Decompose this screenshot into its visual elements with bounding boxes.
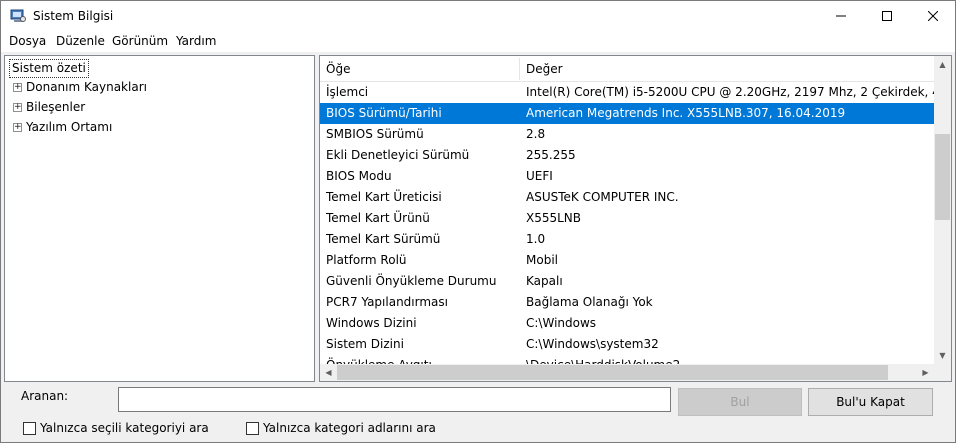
search-label: Aranan:: [21, 389, 69, 403]
row-value-cell: American Megatrends Inc. X555LNB.307, 16…: [526, 106, 846, 120]
table-row[interactable]: İşlemci Intel(R) Core(TM) i5-5200U CPU @ …: [320, 82, 934, 103]
expand-icon[interactable]: +: [13, 123, 22, 132]
details-list[interactable]: Öğe Değer İşlemci Intel(R) Core(TM) i5-52…: [319, 55, 952, 382]
row-item-cell: Temel Kart Üreticisi: [326, 190, 442, 204]
column-header-value[interactable]: Değer: [526, 62, 563, 76]
minimize-icon: [836, 15, 846, 17]
row-item-cell: Temel Kart Ürünü: [326, 211, 430, 225]
expand-icon[interactable]: +: [13, 103, 22, 112]
search-category-names-checkbox[interactable]: Yalnızca kategori adlarını ara: [246, 420, 436, 436]
scroll-right-arrow-icon[interactable]: ▶: [917, 364, 934, 381]
table-row[interactable]: Windows Dizini C:\Windows: [320, 313, 934, 334]
tree-item-label: Bileşenler: [26, 100, 86, 114]
table-row[interactable]: Temel Kart Ürünü X555LNB: [320, 208, 934, 229]
row-item-cell: Platform Rolü: [326, 253, 407, 267]
table-row[interactable]: BIOS Sürümü/Tarihi American Megatrends In…: [320, 103, 934, 124]
row-item-cell: Ekli Denetleyici Sürümü: [326, 148, 470, 162]
checkbox-label: Yalnızca seçili kategoriyi ara: [40, 421, 209, 435]
minimize-button[interactable]: [818, 1, 864, 31]
checkbox-label: Yalnızca kategori adlarını ara: [263, 421, 436, 435]
menu-edit[interactable]: Düzenle: [56, 34, 105, 48]
find-button[interactable]: Bul: [678, 388, 802, 416]
menu-file[interactable]: Dosya: [9, 34, 46, 48]
row-value-cell: ASUSTeK COMPUTER INC.: [526, 190, 679, 204]
tree-item-system-summary[interactable]: Sistem özeti: [9, 59, 89, 78]
column-header-item[interactable]: Öğe: [326, 62, 350, 76]
maximize-button[interactable]: [864, 1, 910, 31]
table-row[interactable]: BIOS Modu UEFI: [320, 166, 934, 187]
row-value-cell: Bağlama Olanağı Yok: [526, 295, 653, 309]
row-item-cell: Sistem Dizini: [326, 337, 404, 351]
list-header: Öğe Değer: [320, 56, 934, 82]
row-value-cell: Mobil: [526, 253, 558, 267]
checkbox-box[interactable]: [246, 421, 259, 435]
row-item-cell: PCR7 Yapılandırması: [326, 295, 448, 309]
expand-icon[interactable]: +: [13, 83, 22, 92]
menu-help[interactable]: Yardım: [176, 34, 216, 48]
close-icon: [928, 11, 938, 21]
menu-bar: Dosya Düzenle Görünüm Yardım: [0, 31, 956, 52]
row-value-cell: 2.8: [526, 127, 546, 141]
maximize-icon: [882, 11, 892, 21]
horizontal-scroll-thumb[interactable]: [337, 365, 888, 380]
row-value-cell: 255.255: [526, 148, 576, 162]
scroll-down-arrow-icon[interactable]: ▼: [934, 347, 951, 364]
search-selected-category-checkbox[interactable]: Yalnızca seçili kategoriyi ara: [23, 420, 209, 436]
row-value-cell: UEFI: [526, 169, 553, 183]
row-item-cell: BIOS Sürümü/Tarihi: [326, 106, 442, 120]
table-row[interactable]: PCR7 Yapılandırması Bağlama Olanağı Yok: [320, 292, 934, 313]
close-button[interactable]: [910, 1, 956, 31]
category-tree[interactable]: Sistem özeti + Donanım Kaynakları + Bile…: [4, 55, 315, 382]
scroll-left-arrow-icon[interactable]: ◀: [320, 364, 337, 381]
table-row[interactable]: Güvenli Önyükleme Durumu Kapalı: [320, 271, 934, 292]
row-item-cell: Windows Dizini: [326, 316, 417, 330]
row-item-cell: BIOS Modu: [326, 169, 392, 183]
row-item-cell: Güvenli Önyükleme Durumu: [326, 274, 497, 288]
row-value-cell: X555LNB: [526, 211, 582, 225]
row-value-cell: Intel(R) Core(TM) i5-5200U CPU @ 2.20GHz…: [526, 85, 934, 99]
title-bar: Sistem Bilgisi: [0, 0, 956, 31]
table-row[interactable]: Ekli Denetleyici Sürümü 255.255: [320, 145, 934, 166]
row-value-cell: C:\Windows: [526, 316, 597, 330]
search-input[interactable]: [118, 387, 671, 412]
row-item-cell: SMBIOS Sürümü: [326, 127, 424, 141]
checkbox-box[interactable]: [23, 421, 36, 435]
horizontal-scrollbar[interactable]: ◀ ▶: [320, 364, 934, 381]
scrollbar-corner: [934, 364, 951, 381]
close-find-button[interactable]: Bul'u Kapat: [808, 388, 933, 416]
menu-view[interactable]: Görünüm: [112, 34, 168, 48]
table-row[interactable]: Sistem Dizini C:\Windows\system32: [320, 334, 934, 355]
tree-item-label: Yazılım Ortamı: [26, 120, 113, 134]
window-title: Sistem Bilgisi: [33, 9, 114, 23]
row-value-cell: 1.0: [526, 232, 546, 246]
system-info-app-icon: [10, 9, 26, 22]
vertical-scroll-thumb[interactable]: [935, 134, 950, 220]
table-row[interactable]: Temel Kart Üreticisi ASUSTeK COMPUTER INC…: [320, 187, 934, 208]
row-value-cell: Kapalı: [526, 274, 563, 288]
row-value-cell: C:\Windows\system32: [526, 337, 659, 351]
table-row[interactable]: SMBIOS Sürümü 2.8: [320, 124, 934, 145]
table-row[interactable]: Temel Kart Sürümü 1.0: [320, 229, 934, 250]
row-item-cell: Temel Kart Sürümü: [326, 232, 441, 246]
tree-item-label: Donanım Kaynakları: [26, 80, 147, 94]
list-rows: İşlemci Intel(R) Core(TM) i5-5200U CPU @ …: [320, 82, 934, 366]
vertical-scrollbar[interactable]: ▲ ▼: [934, 56, 951, 364]
table-row[interactable]: Platform Rolü Mobil: [320, 250, 934, 271]
column-divider[interactable]: [519, 58, 520, 80]
row-item-cell: İşlemci: [326, 85, 369, 99]
scroll-up-arrow-icon[interactable]: ▲: [934, 56, 951, 73]
